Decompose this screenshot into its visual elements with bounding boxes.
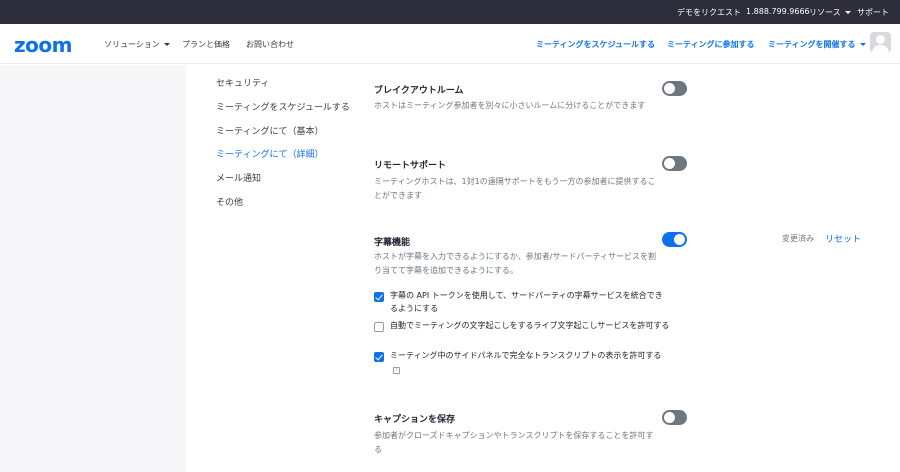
host-meeting-label: ミーティングを開催する bbox=[768, 40, 856, 49]
zoom-logo[interactable]: zoom bbox=[14, 33, 72, 57]
solutions-label: ソリューション bbox=[104, 40, 160, 49]
toggle-knob bbox=[664, 83, 675, 94]
live-transcription-checkbox[interactable] bbox=[374, 322, 384, 332]
solutions-menu[interactable]: ソリューション bbox=[104, 39, 170, 50]
breakout-room-description: ホストはミーティング参加者を別々に小さいルームに分けることができます bbox=[374, 101, 646, 110]
captions-api-token-checkbox[interactable] bbox=[374, 292, 384, 302]
schedule-meeting-link[interactable]: ミーティングをスケジュールする bbox=[536, 39, 655, 50]
breakout-room-toggle[interactable] bbox=[662, 81, 687, 96]
sidebar-item-email-notification[interactable]: メール通知 bbox=[216, 171, 261, 184]
breakout-room-title: ブレイクアウトルーム bbox=[374, 86, 464, 96]
phone-link[interactable]: 1.888.799.9666 bbox=[746, 7, 810, 16]
avatar[interactable] bbox=[870, 32, 891, 53]
save-captions-toggle[interactable] bbox=[662, 410, 687, 425]
join-meeting-link[interactable]: ミーティングに参加する bbox=[667, 39, 755, 50]
avatar-body-shape bbox=[872, 45, 889, 53]
request-demo-link[interactable]: デモをリクエスト bbox=[677, 7, 741, 18]
save-captions-title: キャプションを保存 bbox=[374, 415, 456, 425]
live-transcription-label: 自動でミーティングの文字起こしをするライブ文字起こしサービスを許可する bbox=[390, 321, 670, 330]
plans-link[interactable]: プランと価格 bbox=[182, 39, 230, 50]
resources-label: リソース bbox=[809, 8, 841, 17]
host-meeting-menu[interactable]: ミーティングを開催する bbox=[768, 39, 866, 50]
resources-menu[interactable]: リソース bbox=[809, 7, 851, 18]
chevron-down-icon bbox=[163, 43, 170, 46]
sidebar-item-schedule-meeting[interactable]: ミーティングをスケジュールする bbox=[216, 100, 350, 113]
sidebar-item-other[interactable]: その他 bbox=[216, 195, 243, 208]
top-utility-bar: デモをリクエスト 1.888.799.9666 リソース サポート bbox=[0, 0, 900, 24]
left-gutter bbox=[0, 65, 186, 472]
captions-title: 字幕機能 bbox=[374, 238, 411, 248]
full-transcript-checkbox[interactable] bbox=[374, 352, 384, 362]
support-link[interactable]: サポート bbox=[857, 7, 889, 18]
captions-toggle[interactable] bbox=[662, 232, 687, 247]
toggle-knob bbox=[664, 412, 675, 423]
full-transcript-label: ミーティング中のサイドパネルで完全なトランスクリプトの表示を許可する bbox=[390, 351, 662, 360]
captions-description: ホストが字幕を入力できるようにするか、参加者/サードパーティサービスを割り当てて… bbox=[374, 252, 656, 275]
chevron-down-icon bbox=[859, 43, 866, 46]
toggle-knob bbox=[674, 234, 685, 245]
captions-api-token-label: 字幕の API トークンを使用して、サードパーティの字幕サービスを統合できるよう… bbox=[390, 291, 663, 313]
remote-support-title: リモートサポート bbox=[374, 161, 447, 171]
main-header: zoom ソリューション プランと価格 お問い合わせ ミーティングをスケジュール… bbox=[0, 24, 900, 64]
sidebar-item-in-meeting-advanced[interactable]: ミーティングにて（詳細） bbox=[216, 147, 323, 160]
contact-link[interactable]: お問い合わせ bbox=[246, 39, 294, 50]
remote-support-description: ミーティングホストは、1対1の遠隔サポートをもう一方の参加者に提供することができ… bbox=[374, 177, 656, 200]
sidebar-item-in-meeting-basic[interactable]: ミーティングにて（基本） bbox=[216, 124, 323, 137]
sidebar-item-security[interactable]: セキュリティ bbox=[216, 76, 269, 89]
full-transcript-option: ミーティング中のサイドパネルで完全なトランスクリプトの表示を許可する? bbox=[390, 349, 670, 375]
chevron-down-icon bbox=[844, 11, 851, 14]
save-captions-description: 参加者がクローズドキャプションやトランスクリプトを保存することを許可する bbox=[374, 431, 654, 454]
avatar-head-shape bbox=[876, 35, 885, 44]
remote-support-toggle[interactable] bbox=[662, 156, 687, 171]
reset-link[interactable]: リセット bbox=[825, 232, 861, 245]
toggle-knob bbox=[664, 158, 675, 169]
help-icon[interactable]: ? bbox=[393, 367, 400, 374]
changed-label: 変更済み bbox=[782, 234, 814, 243]
